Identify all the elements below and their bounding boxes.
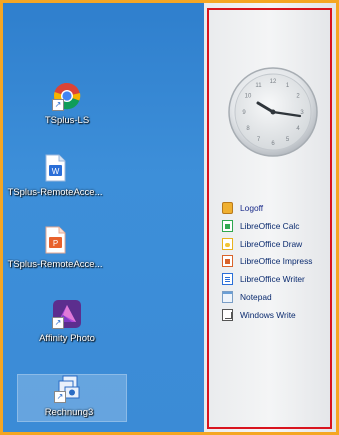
menu-item-label: Logoff [240, 203, 264, 213]
svg-text:12: 12 [270, 79, 277, 85]
network-share-icon: ↗ [54, 373, 84, 403]
menu-item-label: LibreOffice Draw [240, 238, 303, 249]
svg-text:W: W [52, 167, 60, 176]
menu-item-label: LibreOffice Writer [240, 274, 305, 285]
menu-item-libreoffice-calc[interactable]: LibreOffice Calc [222, 218, 336, 234]
windows-write-icon [222, 308, 233, 321]
menu-item-notepad[interactable]: Notepad [222, 289, 336, 305]
menu-item-label: LibreOffice Calc [240, 220, 300, 231]
menu-item-libreoffice-writer[interactable]: LibreOffice Writer [222, 271, 336, 287]
shortcut-arrow-icon: ↗ [54, 391, 66, 403]
draw-icon [222, 237, 233, 250]
affinity-photo-icon: ↗ [52, 299, 82, 329]
desktop: ↗ TSplus-LS W TSplus-RemoteAcce... P TSp… [3, 3, 204, 432]
svg-text:P: P [53, 239, 58, 248]
calc-icon [222, 219, 233, 232]
chrome-icon: ↗ [52, 81, 82, 111]
desktop-icon-affinity-photo[interactable]: ↗ Affinity Photo [15, 299, 119, 344]
menu-item-label: Notepad [240, 291, 272, 302]
desktop-icon-tsplus-ls[interactable]: ↗ TSplus-LS [15, 81, 119, 126]
desktop-icon-rechnung3[interactable]: ↗ Rechnung3 [17, 373, 121, 418]
desktop-icon-label: Affinity Photo [39, 333, 95, 344]
writer-icon [222, 273, 233, 286]
logoff-key-icon [222, 202, 233, 214]
menu-item-label: Windows Write [240, 309, 296, 320]
svg-text:11: 11 [255, 83, 262, 89]
desktop-icon-remoteaccess-doc[interactable]: W TSplus-RemoteAcce... [3, 153, 107, 198]
menu-item-label: LibreOffice Impress [240, 256, 313, 267]
menu-item-windows-write[interactable]: Windows Write [222, 307, 336, 323]
svg-text:10: 10 [245, 94, 252, 100]
desktop-icon-label: Rechnung3 [44, 407, 94, 418]
shortcut-arrow-icon: ↗ [52, 317, 64, 329]
word-document-icon: W [40, 153, 70, 183]
menu-item-libreoffice-impress[interactable]: LibreOffice Impress [222, 253, 336, 269]
menu-item-libreoffice-draw[interactable]: LibreOffice Draw [222, 236, 336, 252]
notepad-icon [222, 290, 233, 303]
desktop-icon-label: TSplus-RemoteAcce... [7, 259, 103, 270]
menu-item-logoff[interactable]: Logoff [222, 200, 336, 216]
desktop-icon-remoteaccess-ppt[interactable]: P TSplus-RemoteAcce... [3, 225, 107, 270]
desktop-icon-label: TSplus-LS [44, 115, 90, 126]
shortcut-arrow-icon: ↗ [52, 99, 64, 111]
impress-icon [222, 255, 233, 268]
desktop-icon-label: TSplus-RemoteAcce... [7, 187, 103, 198]
analog-clock: 12 1 2 3 4 5 6 7 8 9 10 11 [227, 66, 319, 158]
presentation-document-icon: P [40, 225, 70, 255]
application-menu: Logoff LibreOffice Calc LibreOffice Draw… [222, 200, 336, 325]
